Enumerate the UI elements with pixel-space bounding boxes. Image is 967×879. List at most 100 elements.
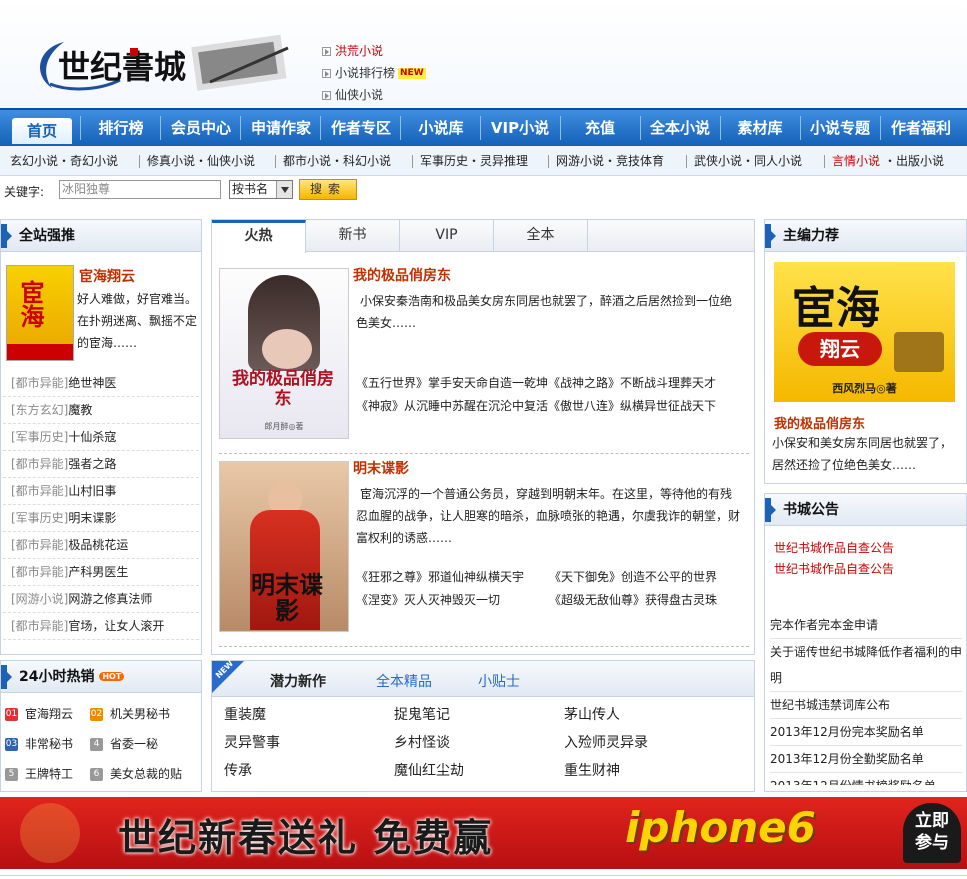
nav-author-welfare[interactable]: 作者福利 xyxy=(882,110,960,146)
top-link-xianxia[interactable]: 仙侠小说 xyxy=(322,84,426,106)
nav-recharge[interactable]: 充值 xyxy=(562,110,638,146)
tab-vip[interactable]: VIP xyxy=(400,220,494,252)
top-link-ranking[interactable]: 小说排行榜 NEW xyxy=(322,62,426,84)
list-item[interactable]: 乡村怪谈 xyxy=(394,732,450,752)
notice-link[interactable]: 世纪书城作品自查公告 xyxy=(774,559,894,580)
cat-yanqing[interactable]: 言情小说 xyxy=(832,146,880,176)
nav-home[interactable]: 首页 xyxy=(12,118,72,144)
top-link-honghuang[interactable]: 洪荒小说 xyxy=(322,40,426,62)
book-cover[interactable]: 宦海 xyxy=(6,265,74,361)
list-item[interactable]: 捉鬼笔记 xyxy=(394,704,450,724)
list-item[interactable]: 4 省委一秘 xyxy=(90,735,200,752)
cat-wuxia[interactable]: 武侠小说・同人小说 xyxy=(694,146,802,176)
list-item[interactable]: 灵异警事 xyxy=(224,732,280,752)
list-item[interactable]: 03 非常秘书 xyxy=(5,735,95,752)
notice-link[interactable]: 世纪书城违禁词库公布 xyxy=(770,692,962,719)
book-link[interactable]: 《天下御免》 xyxy=(549,570,621,584)
cat-junshi[interactable]: 军事历史・灵异推理 xyxy=(420,146,528,176)
list-item[interactable]: [东方玄幻]魔教 xyxy=(3,397,199,424)
list-item[interactable]: 魔仙红尘劫 xyxy=(394,760,464,780)
nav-ranking[interactable]: 排行榜 xyxy=(82,110,160,146)
feature-desc: 好人难做，好官难当。在扑朔迷离、飘摇不定的宦海…… xyxy=(77,292,198,350)
nav-materials[interactable]: 素材库 xyxy=(722,110,798,146)
search-button[interactable]: 搜索 xyxy=(299,179,357,200)
cat-wangyou[interactable]: 网游小说・竞技体育 xyxy=(556,146,664,176)
book-link[interactable]: 《五行世界》 xyxy=(356,376,428,390)
list-item[interactable]: 01 宦海翔云 xyxy=(5,705,95,722)
list-item[interactable]: 6 美女总裁的贴 xyxy=(90,765,200,782)
tab-tips[interactable]: 小贴士 xyxy=(478,671,520,691)
list-item[interactable]: [网游小说]网游之修真法师 xyxy=(3,586,199,613)
list-item[interactable]: [都市异能]山村旧事 xyxy=(3,478,199,505)
book-cover[interactable]: 宦海 翔云 西风烈马◎著 xyxy=(774,262,955,402)
notice-link[interactable]: 关于谣传世纪书城降低作者福利的申明 xyxy=(770,639,962,692)
list-item[interactable]: 传承 xyxy=(224,760,252,780)
join-now-button[interactable]: 立即参与 xyxy=(903,803,961,863)
notice-link[interactable]: 2013年12月份情书榜奖励名单 xyxy=(770,773,962,785)
book-cover[interactable]: 明末谍影 xyxy=(219,461,349,632)
search-input[interactable]: 冰阳独尊 xyxy=(59,180,221,199)
notice-link[interactable]: 世纪书城作品自查公告 xyxy=(774,538,894,559)
new-books-panel: NEW 潜力新作 全本精品 小贴士 重装魔 捉鬼笔记 茅山传人 灵异警事 乡村怪… xyxy=(211,659,755,792)
notice-link[interactable]: 完本作者完本金申请 xyxy=(770,612,962,639)
site-logo[interactable]: 世纪書城 xyxy=(30,34,290,96)
nav-novel-library[interactable]: 小说库 xyxy=(402,110,480,146)
tab-potential[interactable]: 潜力新作 xyxy=(270,671,326,691)
tab-hot[interactable]: 火热 xyxy=(212,220,306,253)
cat-chuban[interactable]: ・出版小说 xyxy=(884,146,944,176)
panel-title: 书城公告 xyxy=(765,494,966,526)
nav-vip-novel[interactable]: VIP小说 xyxy=(482,110,558,146)
list-item[interactable]: [军事历史]十仙杀寇 xyxy=(3,424,199,451)
feature-title[interactable]: 宦海翔云 xyxy=(79,266,135,286)
arrow-box-icon xyxy=(322,46,331,56)
cat-xuanhuan[interactable]: 玄幻小说・奇幻小说 xyxy=(10,146,118,176)
book-link[interactable]: 《战神之路》 xyxy=(548,376,620,390)
cat-dushi[interactable]: 都市小说・科幻小说 xyxy=(283,146,391,176)
nav-topics[interactable]: 小说专题 xyxy=(802,110,878,146)
nav-author-zone[interactable]: 作者专区 xyxy=(322,110,400,146)
list-item[interactable]: 重装魔 xyxy=(224,704,266,724)
promo-banner[interactable]: 世纪新春送礼 免费赢 iphone6 立即参与 xyxy=(0,797,967,869)
book-cover[interactable]: 我的极品俏房东 郎月醉◎著 xyxy=(219,268,349,439)
list-item[interactable]: 02 机关男秘书 xyxy=(90,705,200,722)
divider xyxy=(219,453,749,454)
nav-complete-novel[interactable]: 全本小说 xyxy=(642,110,718,146)
red-notices: 世纪书城作品自查公告 世纪书城作品自查公告 xyxy=(774,538,894,580)
banner-highlight: iphone6 xyxy=(625,803,816,852)
tab-quality[interactable]: 全本精品 xyxy=(376,671,432,691)
book-link[interactable]: 《神寂》 xyxy=(356,399,404,413)
nav-member-center[interactable]: 会员中心 xyxy=(162,110,240,146)
notice-link[interactable]: 2013年12月份全勤奖励名单 xyxy=(770,746,962,773)
book-link[interactable]: 《傲世八连》 xyxy=(548,399,620,413)
cat-xiuzhen[interactable]: 修真小说・仙侠小说 xyxy=(147,146,255,176)
list-item[interactable]: [都市异能]强者之路 xyxy=(3,451,199,478)
book-link[interactable]: 《狂邪之尊》 xyxy=(356,570,428,584)
list-item[interactable]: 茅山传人 xyxy=(564,704,620,724)
search-type-select[interactable]: 按书名 xyxy=(229,180,293,199)
book-desc: 小保安和美女房东同居也就罢了，居然还捡了位绝色美女…… xyxy=(772,436,953,472)
list-item[interactable]: 5 王牌特工 xyxy=(5,765,95,782)
list-item[interactable]: 入殓师灵异录 xyxy=(564,732,648,752)
list-item[interactable]: [军事历史]明末谍影 xyxy=(3,505,199,532)
footer-edge xyxy=(0,875,967,879)
book-title[interactable]: 我的极品俏房东 xyxy=(353,265,451,285)
tab-new[interactable]: 新书 xyxy=(306,220,400,252)
book-title[interactable]: 我的极品俏房东 xyxy=(774,413,865,432)
nav-apply-author[interactable]: 申请作家 xyxy=(242,110,320,146)
book-link[interactable]: 《涅变》 xyxy=(356,593,404,607)
hot-sales-panel: 24小时热销 HOT 01 宦海翔云 02 机关男秘书 03 非常秘书 4 省委一秘 5… xyxy=(0,660,202,792)
notice-link[interactable]: 2013年12月份完本奖励名单 xyxy=(770,719,962,746)
list-item[interactable]: 重生财神 xyxy=(564,760,620,780)
new-badge: NEW xyxy=(398,67,426,79)
list-item[interactable]: [都市异能]产科男医生 xyxy=(3,559,199,586)
panel-title: 全站强推 xyxy=(1,220,201,252)
book-desc: 小保安秦浩南和极品美女房东同居也就罢了，醉酒之后居然捡到一位绝色美女…… xyxy=(356,294,733,330)
tab-complete[interactable]: 全本 xyxy=(494,220,588,252)
book-link[interactable]: 《超级无敌仙尊》 xyxy=(549,593,645,607)
search-bar: 关键字: 冰阳独尊 按书名 搜索 xyxy=(0,177,967,205)
book-title[interactable]: 明末谍影 xyxy=(353,458,409,478)
list-item[interactable]: [都市异能]官场，让女人滚开 xyxy=(3,613,199,640)
notice-panel: 书城公告 世纪书城作品自查公告 世纪书城作品自查公告 完本作者完本金申请 关于谣… xyxy=(764,493,967,792)
list-item[interactable]: [都市异能]绝世神医 xyxy=(3,370,199,397)
list-item[interactable]: [都市异能]极品桃花运 xyxy=(3,532,199,559)
